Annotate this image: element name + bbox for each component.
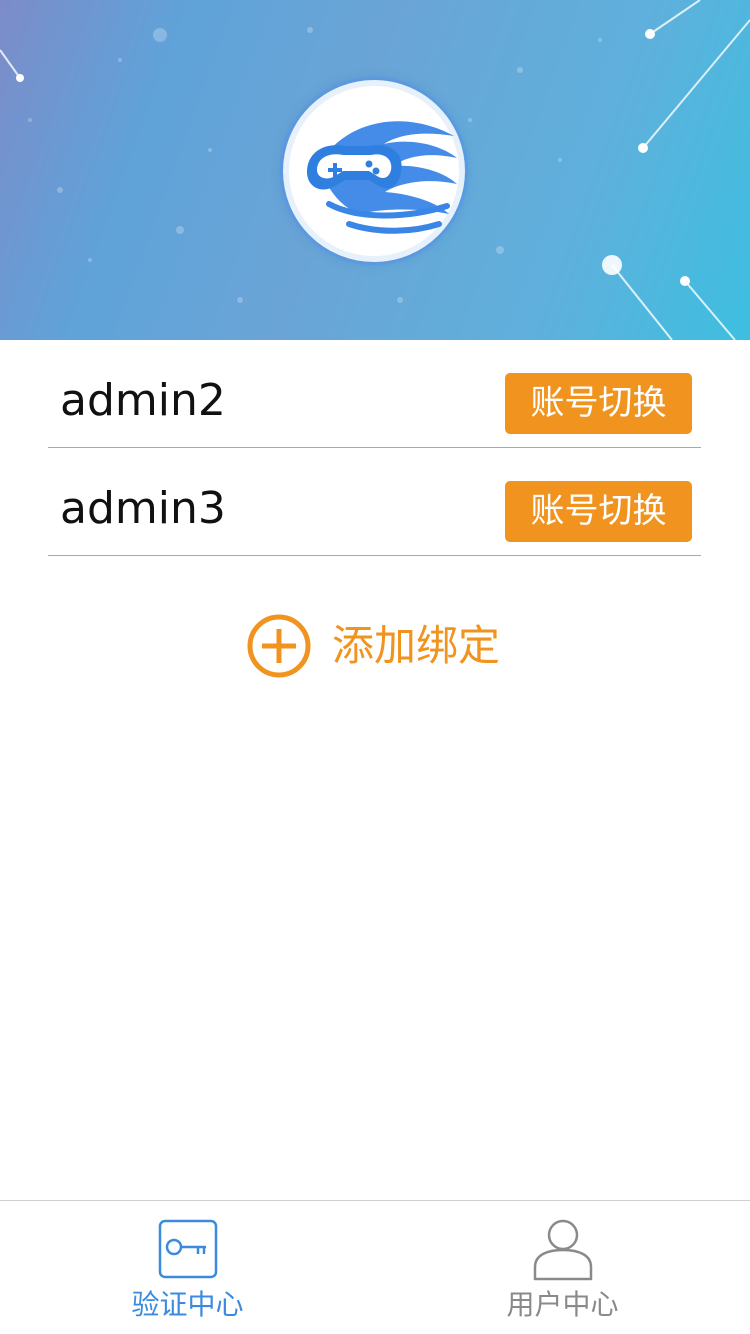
plus-circle-icon xyxy=(247,614,311,678)
tab-label: 验证中心 xyxy=(131,1288,244,1321)
gamepad-logo-icon xyxy=(307,121,457,234)
user-icon xyxy=(533,1219,592,1281)
account-name: admin2 xyxy=(60,375,226,426)
bottom-tab-bar: 验证中心 用户中心 xyxy=(0,1200,750,1334)
tab-verification-center[interactable]: 验证中心 xyxy=(0,1201,375,1334)
account-name: admin3 xyxy=(60,483,226,534)
switch-account-button[interactable]: 账号切换 xyxy=(505,481,692,542)
header-banner xyxy=(0,0,750,340)
switch-account-button[interactable]: 账号切换 xyxy=(505,373,692,434)
tab-label: 用户中心 xyxy=(506,1288,619,1321)
key-icon xyxy=(158,1219,217,1279)
add-binding-label: 添加绑定 xyxy=(332,621,501,670)
app-logo xyxy=(283,80,465,262)
account-row: admin2 账号切换 xyxy=(48,341,701,448)
tab-user-center[interactable]: 用户中心 xyxy=(375,1201,750,1334)
account-row: admin3 账号切换 xyxy=(48,449,701,556)
page: admin2 账号切换 admin3 账号切换 添加绑定 验证中心 用户中心 xyxy=(0,0,750,1334)
